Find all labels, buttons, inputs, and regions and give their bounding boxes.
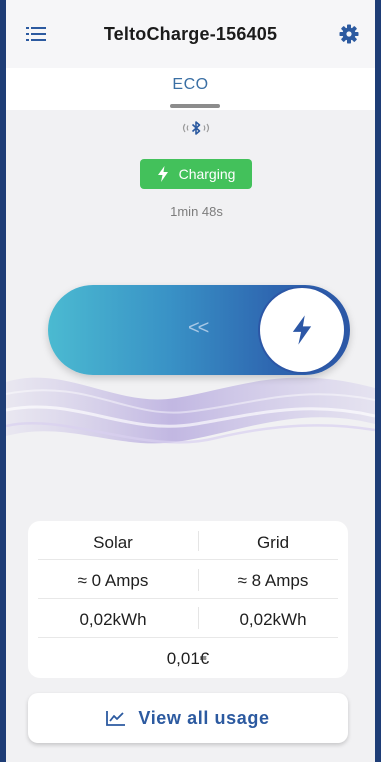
grid-energy: 0,02kWh [239, 610, 307, 629]
app-screen: TeltoCharge-156405 ECO Charging 1min 48s… [6, 0, 375, 762]
session-cost: 0,01€ [166, 649, 210, 668]
charging-status-badge: Charging [140, 159, 252, 189]
top-bar: TeltoCharge-156405 [6, 0, 375, 68]
mode-tab-indicator [170, 104, 220, 108]
solar-energy: 0,02kWh [79, 610, 147, 629]
row-divider [38, 637, 338, 638]
gear-icon [339, 24, 359, 44]
bluetooth-icon [182, 121, 210, 135]
charging-slider[interactable]: << [48, 285, 350, 375]
slider-knob[interactable] [260, 288, 344, 372]
mode-bar: ECO [6, 68, 375, 110]
grid-label: Grid [256, 533, 290, 552]
page-title: TeltoCharge-156405 [103, 23, 278, 44]
row-divider [38, 598, 338, 599]
lightning-bolt-icon [292, 315, 312, 345]
status-label: Charging [178, 166, 236, 182]
view-all-usage-button[interactable]: View all usage [28, 693, 348, 743]
solar-current: ≈ 0 Amps [77, 571, 149, 590]
solar-label: Solar [93, 533, 133, 552]
settings-button[interactable] [337, 22, 361, 46]
line-chart-icon [106, 711, 126, 726]
mode-tab-eco[interactable]: ECO [6, 76, 375, 94]
list-icon [26, 27, 46, 41]
row-divider [38, 559, 338, 560]
view-all-usage-label: View all usage [138, 707, 270, 728]
slide-arrows-icon: << [188, 317, 209, 339]
charging-duration: 1min 48s [170, 204, 223, 219]
usage-summary-card: Solar Grid ≈ 0 Amps ≈ 8 Amps 0,02kWh 0,0… [28, 521, 348, 678]
menu-button[interactable] [24, 22, 48, 46]
grid-current: ≈ 8 Amps [237, 571, 309, 590]
lightning-bolt-icon [157, 166, 168, 182]
